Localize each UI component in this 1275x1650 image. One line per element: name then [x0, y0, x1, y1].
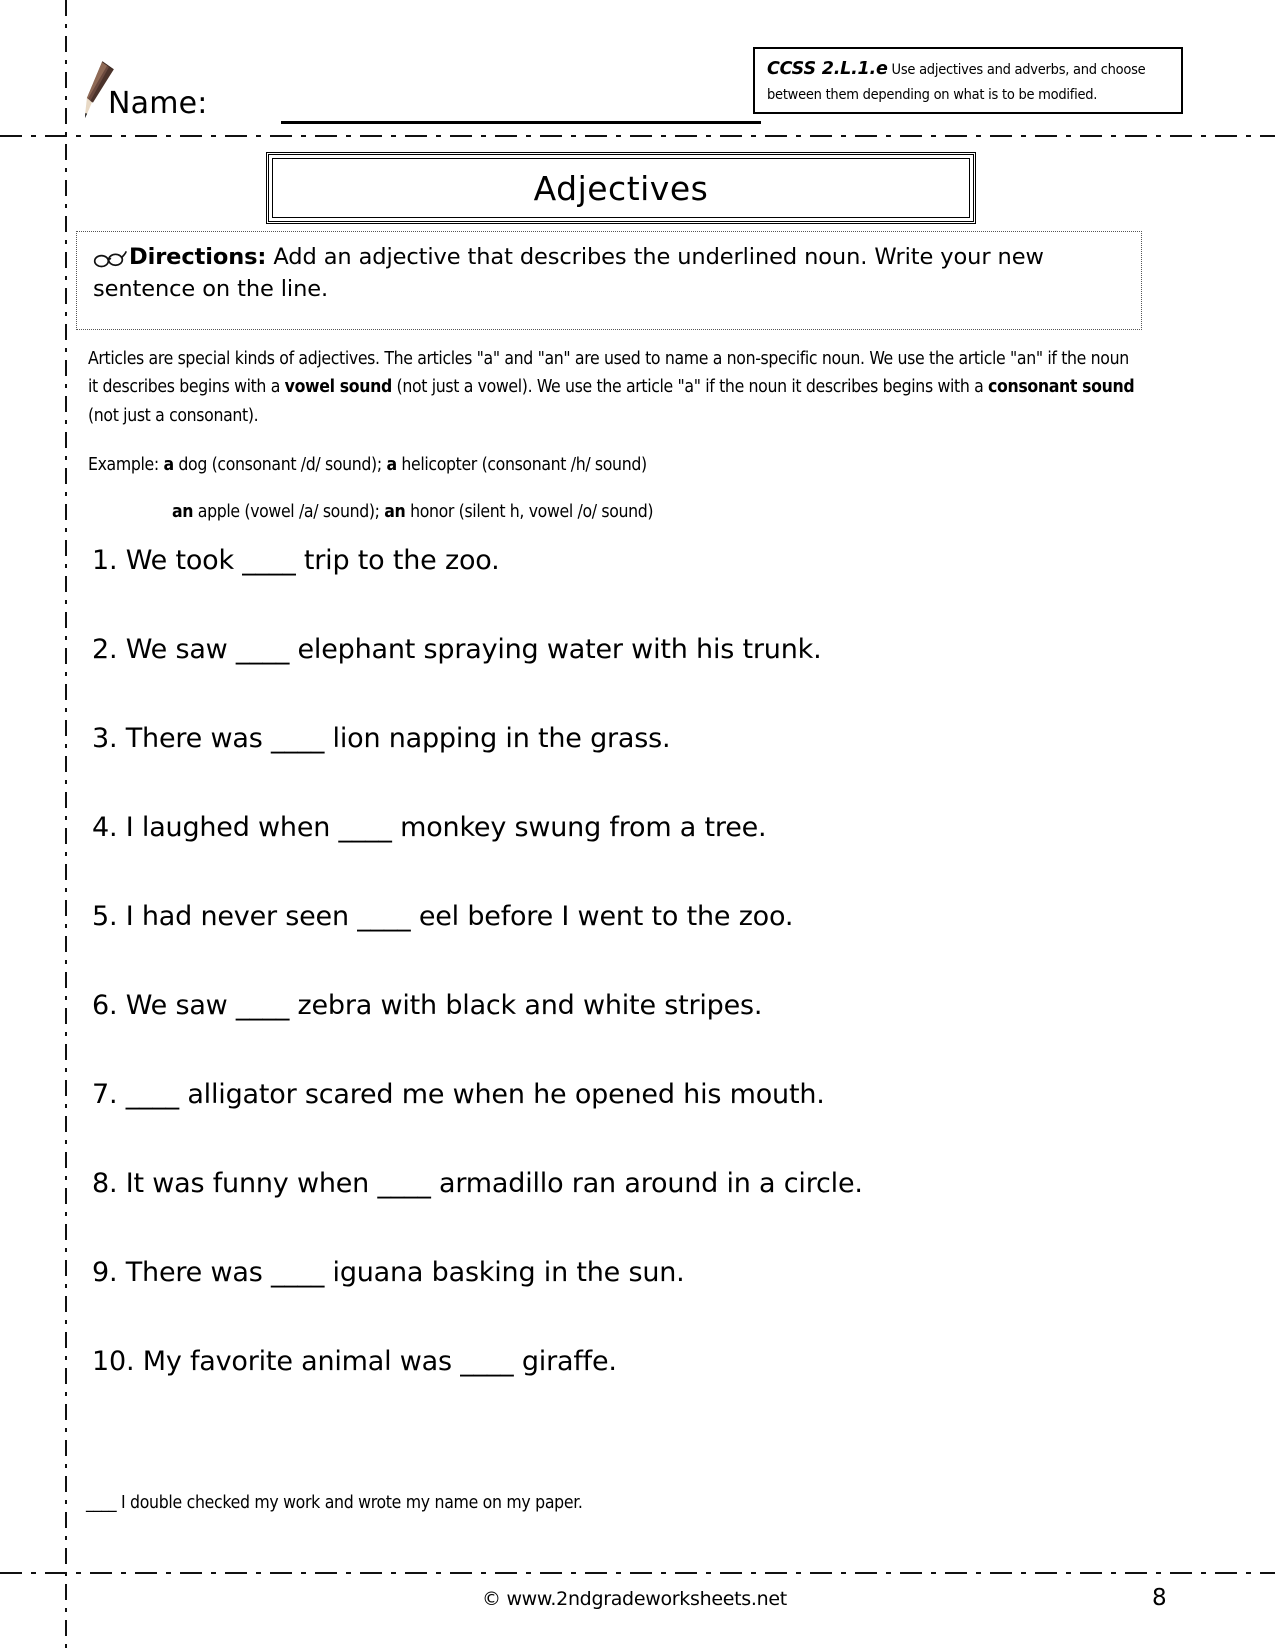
explanation-paragraph: Articles are special kinds of adjectives… [88, 345, 1140, 430]
explanation-bold-vowel-sound: vowel sound [284, 377, 393, 398]
self-check-statement[interactable]: ____ I double checked my work and wrote … [86, 1493, 583, 1513]
question-item[interactable]: 10. My favorite animal was ____ giraffe. [92, 1346, 1132, 1435]
footer-divider-rule [0, 1572, 1275, 1574]
question-item[interactable]: 5. I had never seen ____ eel before I we… [92, 901, 1132, 990]
directions-lead: Directions: [129, 244, 267, 270]
directions-box: Directions: Add an adjective that descri… [76, 231, 1142, 330]
example-2-mid-2: honor (silent h, vowel /o/ sound) [405, 502, 654, 522]
example-line-consonant: Example: a dog (consonant /d/ sound); a … [88, 455, 647, 475]
question-item[interactable]: 8. It was funny when ____ armadillo ran … [92, 1168, 1132, 1257]
question-item[interactable]: 9. There was ____ iguana basking in the … [92, 1257, 1132, 1346]
name-label: Name: [108, 86, 208, 121]
footer-credit: © www.2ndgradeworksheets.net [482, 1588, 787, 1610]
question-item[interactable]: 1. We took ____ trip to the zoo. [92, 545, 1132, 634]
title-box: Adjectives [266, 152, 976, 224]
example-2-mid-1: apple (vowel /a/ sound); [193, 502, 385, 522]
page-title: Adjectives [533, 168, 709, 208]
example-1-prefix: Example: [88, 455, 164, 475]
name-input-line[interactable] [281, 121, 761, 124]
example-1-mid-1: dog (consonant /d/ sound); [173, 455, 387, 475]
header-divider-rule [0, 135, 1275, 137]
explanation-bold-consonant-sound: consonant sound [988, 377, 1135, 398]
question-item[interactable]: 3. There was ____ lion napping in the gr… [92, 723, 1132, 812]
question-list: 1. We took ____ trip to the zoo. 2. We s… [92, 545, 1132, 1435]
ccss-standard-box: CCSS 2.L.1.e Use adjectives and adverbs,… [753, 47, 1183, 115]
example-2-article-2: an [384, 502, 406, 522]
explanation-part-3: (not just a consonant). [88, 405, 259, 426]
example-2-article-1: an [172, 502, 194, 522]
question-item[interactable]: 7. ____ alligator scared me when he open… [92, 1079, 1132, 1168]
question-item[interactable]: 2. We saw ____ elephant spraying water w… [92, 634, 1132, 723]
glasses-icon [93, 246, 127, 268]
explanation-part-2: (not just a vowel). We use the article "… [391, 377, 989, 398]
page-number: 8 [1152, 1585, 1167, 1611]
worksheet-page: Name: CCSS 2.L.1.e Use adjectives and ad… [0, 0, 1275, 1650]
left-margin-rule [65, 0, 67, 1650]
example-line-vowel: an apple (vowel /a/ sound); an honor (si… [172, 502, 654, 522]
name-row: Name: [78, 58, 761, 128]
question-item[interactable]: 4. I laughed when ____ monkey swung from… [92, 812, 1132, 901]
directions-text: Directions: Add an adjective that descri… [93, 244, 1044, 302]
ccss-code: CCSS 2.L.1.e [767, 59, 888, 79]
example-1-mid-2: helicopter (consonant /h/ sound) [396, 455, 647, 475]
example-1-article-2: a [386, 455, 397, 475]
question-item[interactable]: 6. We saw ____ zebra with black and whit… [92, 990, 1132, 1079]
example-1-article-1: a [163, 455, 174, 475]
